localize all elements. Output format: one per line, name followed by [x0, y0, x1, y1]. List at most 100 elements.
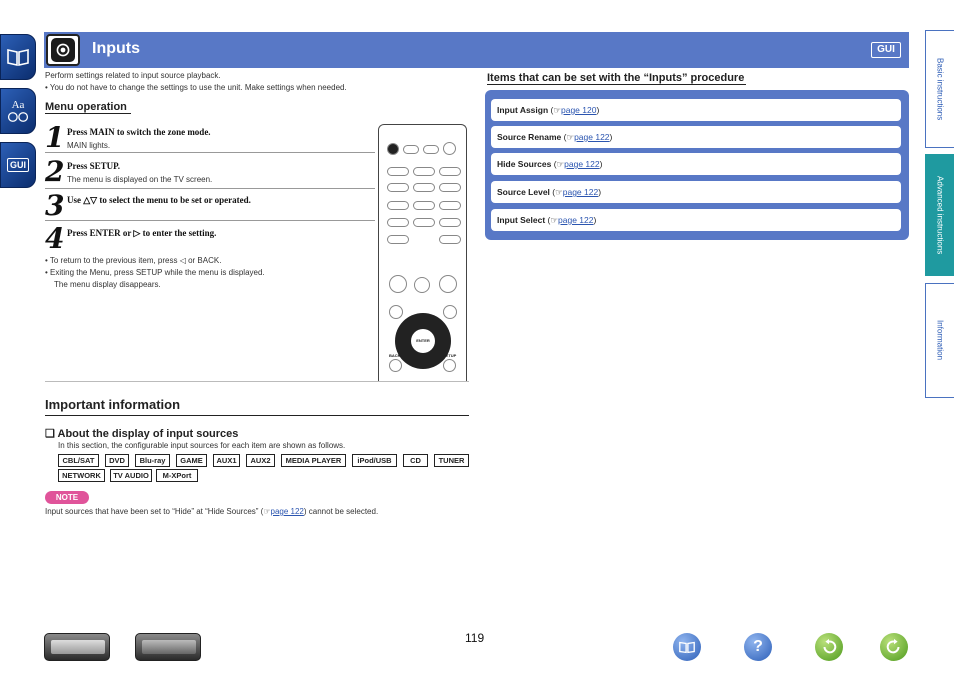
about-display-heading: ❑ About the display of input sources [45, 428, 239, 440]
item-source-level[interactable]: Source Level (☞page 122) [491, 181, 901, 203]
remote-button [389, 305, 403, 319]
items-panel: Input Assign (☞page 120) Source Rename (… [485, 90, 909, 240]
item-page-link[interactable]: page 120 [561, 105, 596, 115]
source-tag: Blu-ray [135, 454, 170, 467]
note-text-pre: Input sources that have been set to “Hid… [45, 507, 264, 516]
bullet-return: • To return to the previous item, press … [45, 256, 222, 265]
ref-icon: ☞ [553, 105, 561, 115]
remote-back-button [389, 359, 402, 372]
remote-button [443, 305, 457, 319]
step-4: 4 Press ENTER or ▷ to enter the setting. [45, 222, 375, 255]
menu-operation-heading: Menu operation [45, 101, 131, 114]
remote-button [387, 218, 409, 227]
page-number: 119 [465, 631, 485, 645]
item-input-select[interactable]: Input Select (☞page 122) [491, 209, 901, 231]
remote-button [387, 235, 409, 244]
receiver-rear-icon[interactable] [135, 633, 201, 661]
bullet-exit-cont: The menu display disappears. [54, 280, 161, 289]
tab-label: Basic instructions [935, 57, 945, 121]
tab-information[interactable]: Information [925, 283, 954, 398]
source-tag: AUX2 [246, 454, 275, 467]
step-number: 1 [45, 121, 65, 154]
bullet-exit: • Exiting the Menu, press SETUP while th… [45, 268, 265, 277]
step-number: 3 [45, 189, 65, 222]
remote-button [387, 201, 409, 210]
step-1: 1 Press MAIN to switch the zone mode. MA… [45, 121, 375, 154]
remote-control-illustration: ENTER BACK SETUP [378, 124, 467, 382]
remote-setup-button [443, 359, 456, 372]
source-tag: CBL/SAT [58, 454, 99, 467]
remote-button [439, 167, 461, 176]
item-source-rename[interactable]: Source Rename (☞page 122) [491, 126, 901, 148]
item-page-link[interactable]: page 122 [563, 187, 598, 197]
step-text: Press ENTER or ▷ to enter the setting. [67, 228, 217, 238]
intro-text: Perform settings related to input source… [45, 70, 347, 94]
intro-line-1: Perform settings related to input source… [45, 71, 221, 80]
remote-button [414, 277, 430, 293]
remote-button [439, 235, 461, 244]
tab-advanced-instructions[interactable]: Advanced instructions [925, 154, 954, 276]
tab-basic-instructions[interactable]: Basic instructions [925, 30, 954, 148]
index-text-icon[interactable]: Aa [0, 88, 36, 134]
note-badge: NOTE [45, 491, 89, 504]
item-input-assign[interactable]: Input Assign (☞page 120) [491, 99, 901, 121]
item-label: Source Level [497, 187, 550, 197]
source-tag: MEDIA PLAYER [281, 454, 346, 467]
book-icon[interactable] [673, 633, 701, 661]
section-divider [45, 381, 469, 382]
source-tag: CD [403, 454, 428, 467]
item-page-link[interactable]: page 122 [558, 215, 593, 225]
page-header: Inputs GUI [44, 32, 909, 68]
book-contents-icon[interactable] [0, 34, 36, 80]
remote-button [439, 218, 461, 227]
remote-button [413, 218, 435, 227]
step-number: 4 [45, 222, 65, 255]
item-label: Input Assign [497, 105, 549, 115]
step-subtext: MAIN lights. [67, 141, 111, 150]
help-icon[interactable]: ? [744, 633, 772, 661]
step-subtext: The menu is displayed on the TV screen. [67, 175, 213, 184]
ref-icon: ☞ [550, 215, 559, 225]
ref-icon: ☞ [556, 159, 565, 169]
remote-button [387, 167, 409, 176]
remote-button [413, 201, 435, 210]
main-button-graphic [387, 143, 399, 155]
gui-nav-icon[interactable]: GUI [0, 142, 36, 188]
ref-icon: ☞ [555, 187, 563, 197]
source-tag: NETWORK [58, 469, 105, 482]
step-3: 3 Use △▽ to select the menu to be set or… [45, 189, 375, 222]
remote-button [413, 167, 435, 176]
step-number: 2 [45, 155, 65, 188]
remote-dpad: ENTER [395, 313, 451, 369]
source-tag: M-XPort [156, 469, 198, 482]
item-label: Input Select [497, 215, 546, 225]
note-page-link[interactable]: page 122 [271, 507, 304, 516]
source-tag: AUX1 [213, 454, 240, 467]
step-text: Press SETUP. [67, 161, 121, 171]
item-page-link[interactable]: page 122 [574, 132, 609, 142]
intro-line-2: • You do not have to change the settings… [45, 83, 347, 92]
about-display-desc: In this section, the configurable input … [58, 441, 346, 450]
item-label: Source Rename [497, 132, 562, 142]
remote-button [413, 183, 435, 192]
remote-button [439, 183, 461, 192]
receiver-front-icon[interactable] [44, 633, 110, 661]
source-tag: DVD [105, 454, 129, 467]
important-info-heading: Important information [45, 397, 469, 416]
item-hide-sources[interactable]: Hide Sources (☞page 122) [491, 153, 901, 175]
remote-button [423, 145, 439, 154]
source-tag: GAME [176, 454, 207, 467]
menu-bullets: • To return to the previous item, press … [45, 255, 265, 291]
remote-enter-label: ENTER [411, 329, 435, 353]
forward-icon[interactable] [880, 633, 908, 661]
tab-label: Advanced instructions [935, 175, 945, 255]
remote-button [389, 275, 407, 293]
gui-badge: GUI [871, 42, 901, 58]
remote-button [439, 201, 461, 210]
gui-nav-label: GUI [6, 158, 29, 172]
remote-back-label: BACK [389, 353, 401, 358]
ref-icon: ☞ [263, 507, 271, 516]
back-icon[interactable] [815, 633, 843, 661]
items-heading: Items that can be set with the “Inputs” … [487, 72, 747, 85]
item-page-link[interactable]: page 122 [564, 159, 599, 169]
